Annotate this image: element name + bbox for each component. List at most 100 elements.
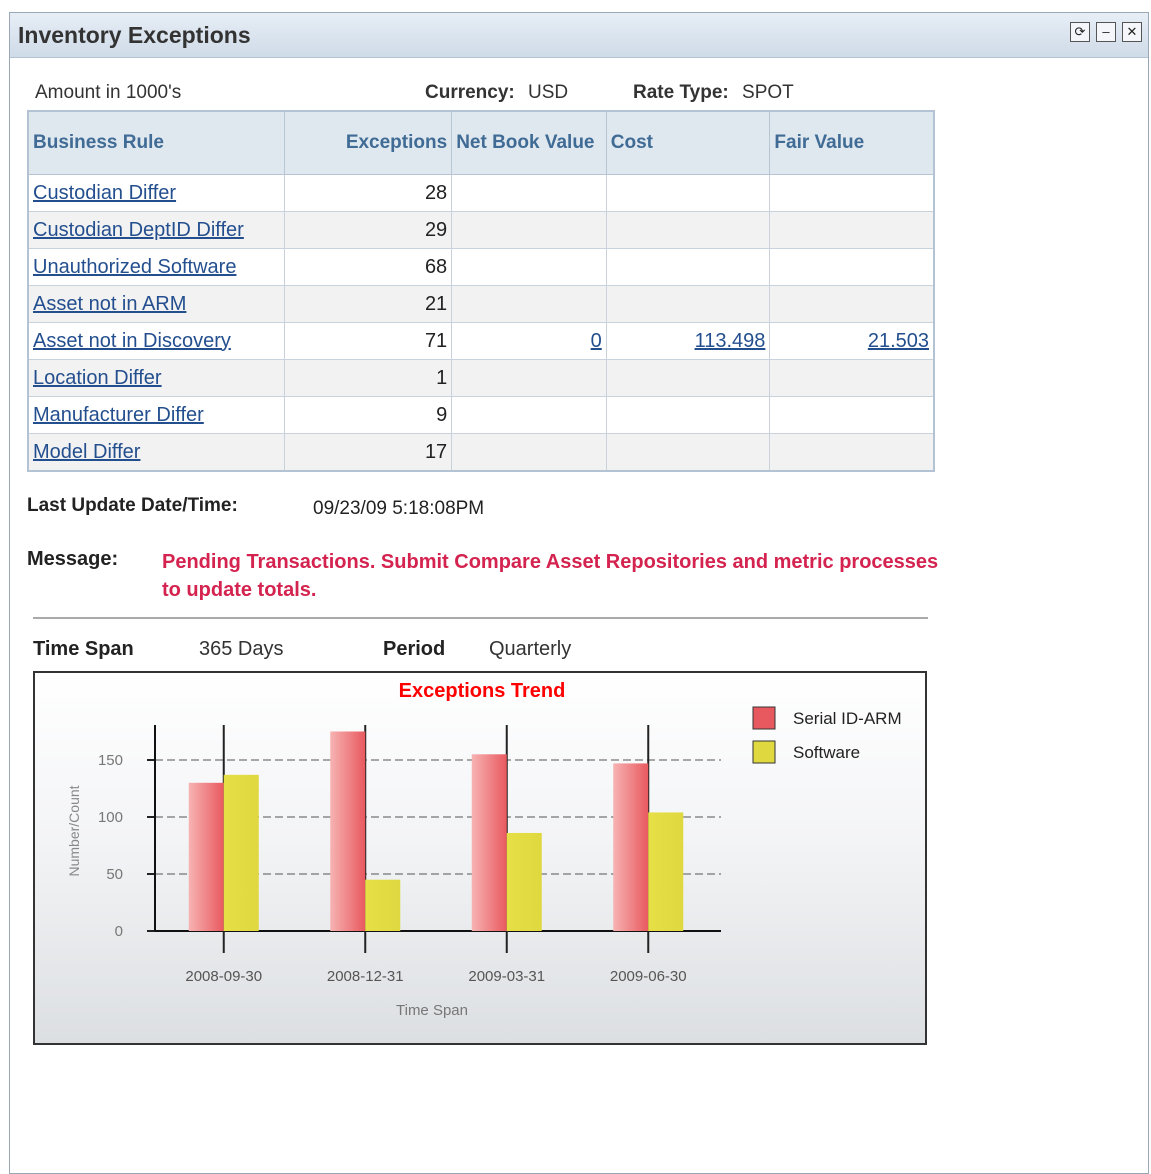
legend-label-software: Software <box>793 743 860 762</box>
table-cell <box>605 433 771 472</box>
business-rule-link[interactable]: Model Differ <box>33 441 140 463</box>
table-cell: 68 <box>284 248 453 286</box>
business-rule-link[interactable]: Unauthorized Software <box>33 256 236 278</box>
table-cell <box>769 285 935 323</box>
currency: Currency: USD <box>425 82 568 104</box>
fair-value-link[interactable]: 21.503 <box>868 330 929 352</box>
period-value: Quarterly <box>489 638 572 660</box>
exceptions-count: 28 <box>424 181 448 204</box>
rate-type-value: SPOT <box>742 82 794 103</box>
time-span-value: 365 Days <box>199 638 284 660</box>
table-cell: 17 <box>284 433 453 472</box>
table-row: Unauthorized Software 68 <box>27 248 935 286</box>
exceptions-count: 29 <box>424 218 448 241</box>
exceptions-trend-chart: Exceptions Trend 0 50 100 150 2008-09-30 2008-… <box>33 671 927 1045</box>
table-header-row: Business Rule Exceptions Net Book Value … <box>27 110 935 175</box>
bar-serial-id-arm <box>613 763 649 931</box>
net-book-value-link[interactable]: 0 <box>591 330 602 352</box>
minimize-icon[interactable]: – <box>1096 22 1116 42</box>
time-span-label: Time Span <box>33 638 134 660</box>
table-cell <box>769 359 935 397</box>
exceptions-table: Business Rule Exceptions Net Book Value … <box>27 110 935 472</box>
table-cell <box>769 396 935 434</box>
table-cell <box>769 211 935 249</box>
table-row: Manufacturer Differ 9 <box>27 396 935 434</box>
table-cell <box>605 248 771 286</box>
col-business-rule[interactable]: Business Rule <box>27 110 286 175</box>
y-tick-label: 0 <box>115 923 123 940</box>
table-cell <box>769 174 935 212</box>
portlet-titlebar: Inventory Exceptions ⟳ – ✕ <box>10 13 1148 58</box>
table-row: Asset not in ARM 21 <box>27 285 935 323</box>
table-cell: Model Differ <box>27 433 286 472</box>
table-cell: 0 <box>451 322 607 360</box>
table-cell: Manufacturer Differ <box>27 396 286 434</box>
table-cell <box>605 359 771 397</box>
divider <box>33 617 928 619</box>
table-cell: 28 <box>284 174 453 212</box>
table-cell <box>605 211 771 249</box>
portlet-controls: ⟳ – ✕ <box>1070 22 1142 42</box>
table-row: Custodian DeptID Differ 29 <box>27 211 935 249</box>
table-cell <box>769 433 935 472</box>
exceptions-count: 71 <box>424 329 448 352</box>
cost-link[interactable]: 113.498 <box>695 330 766 352</box>
x-tick-label: 2009-06-30 <box>610 968 687 985</box>
amount-note: Amount in 1000's <box>35 82 182 103</box>
bar-serial-id-arm <box>330 731 366 931</box>
table-cell: 113.498 <box>605 322 771 360</box>
table-cell: 21.503 <box>769 322 935 360</box>
table-cell: 9 <box>284 396 453 434</box>
table-cell: 1 <box>284 359 453 397</box>
last-update-value: 09/23/09 5:18:08PM <box>313 498 485 519</box>
col-fair-value[interactable]: Fair Value <box>769 110 935 175</box>
business-rule-link[interactable]: Custodian Differ <box>33 182 176 204</box>
table-cell: Custodian DeptID Differ <box>27 211 286 249</box>
period-label: Period <box>383 638 446 660</box>
x-tick-label: 2009-03-31 <box>468 968 545 985</box>
table-cell: Unauthorized Software <box>27 248 286 286</box>
y-tick-label: 150 <box>98 752 123 769</box>
table-cell <box>451 248 607 286</box>
table-cell <box>451 174 607 212</box>
table-row: Model Differ 17 <box>27 433 935 472</box>
table-cell: 71 <box>284 322 453 360</box>
bar-software <box>365 879 401 931</box>
close-icon[interactable]: ✕ <box>1122 22 1142 42</box>
exceptions-count: 1 <box>436 366 448 389</box>
refresh-icon[interactable]: ⟳ <box>1070 22 1090 42</box>
chart-title: Exceptions Trend <box>399 680 566 702</box>
business-rule-link[interactable]: Asset not in ARM <box>33 293 186 315</box>
currency-label: Currency: <box>425 82 515 103</box>
bar-software <box>648 812 684 931</box>
business-rule-link[interactable]: Location Differ <box>33 367 162 389</box>
legend-swatch-serial <box>752 706 776 730</box>
col-net-book-value[interactable]: Net Book Value <box>451 110 607 175</box>
table-cell <box>605 174 771 212</box>
message-text: Pending Transactions. Submit Compare Ass… <box>162 551 939 601</box>
exceptions-count: 68 <box>424 255 448 278</box>
table-cell <box>605 396 771 434</box>
bar-serial-id-arm <box>188 782 224 931</box>
table-row: Custodian Differ 28 <box>27 174 935 212</box>
table-cell: 29 <box>284 211 453 249</box>
col-cost[interactable]: Cost <box>605 110 771 175</box>
message-label: Message: <box>27 548 119 570</box>
bar-software <box>506 832 542 931</box>
table-cell: Custodian Differ <box>27 174 286 212</box>
table-row: Location Differ 1 <box>27 359 935 397</box>
portlet-title: Inventory Exceptions <box>18 22 251 48</box>
last-update-label: Last Update Date/Time: <box>27 495 238 516</box>
table-cell <box>451 285 607 323</box>
table-cell <box>451 359 607 397</box>
chart-svg: Exceptions Trend 0 50 100 150 2008-09-30 2008-… <box>66 680 902 1019</box>
x-axis-label: Time Span <box>396 1002 468 1019</box>
y-tick-label: 50 <box>106 866 123 883</box>
y-axis-label: Number/Count <box>66 785 82 876</box>
table-cell <box>451 211 607 249</box>
business-rule-link[interactable]: Manufacturer Differ <box>33 404 204 426</box>
col-exceptions[interactable]: Exceptions <box>284 110 453 175</box>
business-rule-link[interactable]: Custodian DeptID Differ <box>33 219 244 241</box>
business-rule-link[interactable]: Asset not in Discovery <box>33 330 231 352</box>
rate-type-label: Rate Type: <box>633 82 729 103</box>
